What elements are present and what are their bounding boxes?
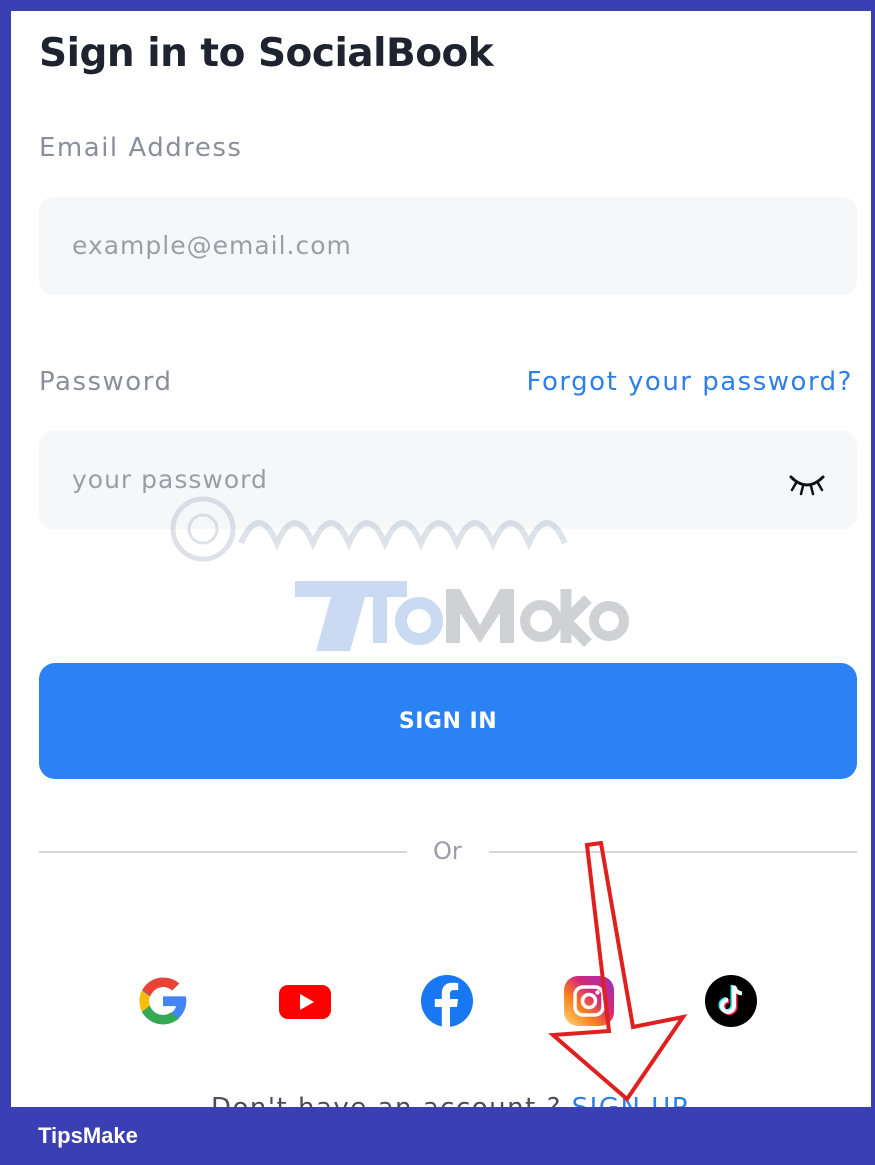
password-label: Password <box>39 367 173 397</box>
forgot-password-link[interactable]: Forgot your password? <box>526 367 853 397</box>
page-title: Sign in to SocialBook <box>39 31 494 76</box>
email-placeholder: example@email.com <box>72 231 352 260</box>
divider-or: Or <box>433 837 462 865</box>
eye-closed-icon[interactable] <box>787 471 827 497</box>
footer-brand: TipsMake <box>38 1123 138 1148</box>
email-label: Email Address <box>39 133 243 163</box>
divider-left <box>39 851 407 853</box>
sign-in-button[interactable]: SIGN IN <box>39 663 857 779</box>
signup-text: Don't have an account ? <box>211 1093 572 1107</box>
annotation-arrow-icon <box>548 841 688 1102</box>
tiktok-icon[interactable] <box>703 973 759 1029</box>
youtube-icon[interactable] <box>277 973 333 1029</box>
footer-bar: TipsMake <box>0 1107 875 1165</box>
facebook-icon[interactable] <box>419 973 475 1029</box>
login-panel: Sign in to SocialBook Email Address exam… <box>11 11 871 1107</box>
email-field[interactable]: example@email.com <box>39 197 857 295</box>
google-icon[interactable] <box>135 973 191 1029</box>
watermark-logo <box>170 496 629 651</box>
